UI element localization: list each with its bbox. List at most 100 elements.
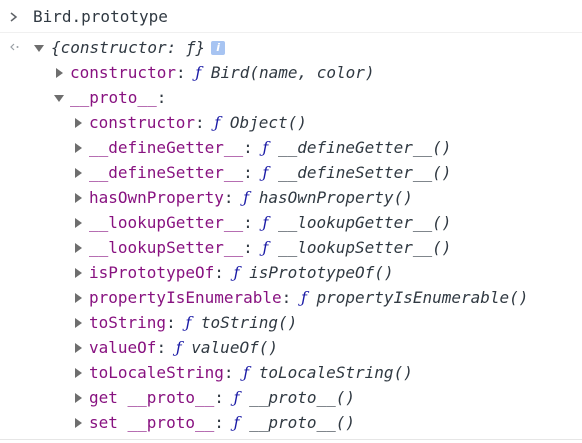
property-key: propertyIsEnumerable (89, 288, 282, 307)
proto-property-row[interactable]: toString: ƒ toString() (0, 311, 582, 335)
colon: : (166, 313, 176, 332)
function-icon: ƒ (214, 113, 221, 132)
triangle-right-icon[interactable] (75, 343, 82, 353)
colon: : (243, 138, 253, 157)
property-key: constructor (70, 63, 176, 82)
function-icon: ƒ (175, 338, 182, 357)
property-value: __defineGetter__() (277, 138, 452, 157)
property-value: __proto__() (249, 413, 356, 432)
colon: : (214, 263, 224, 282)
function-icon: ƒ (262, 163, 269, 182)
property-key: __defineGetter__ (89, 138, 244, 157)
function-icon: ƒ (233, 413, 240, 432)
colon: : (281, 288, 292, 307)
property-key: hasOwnProperty (89, 188, 224, 207)
function-icon: ƒ (195, 63, 202, 82)
property-value: hasOwnProperty() (258, 188, 413, 207)
proto-property-row[interactable]: __lookupSetter__: ƒ __lookupSetter__() (0, 236, 582, 260)
devtools-console: Bird.prototype {constructor: ƒ} i constru… (0, 0, 582, 443)
triangle-right-icon[interactable] (75, 268, 82, 278)
object-summary[interactable]: {constructor: ƒ} i (51, 36, 226, 60)
console-input-line: Bird.prototype (0, 5, 582, 29)
triangle-right-icon[interactable] (75, 368, 82, 378)
triangle-right-icon[interactable] (75, 243, 82, 253)
triangle-right-icon[interactable] (75, 393, 82, 403)
triangle-right-icon[interactable] (75, 293, 82, 303)
triangle-right-icon[interactable] (56, 68, 63, 78)
colon: : (175, 63, 186, 82)
colon: : (243, 163, 253, 182)
divider (0, 32, 582, 33)
property-row-proto[interactable]: __proto__: (0, 86, 582, 110)
result-return-icon (9, 36, 21, 60)
colon: : (243, 213, 253, 232)
property-value: isPrototypeOf() (249, 263, 394, 282)
property-key: __lookupGetter__ (89, 213, 244, 232)
property-key: set __proto__ (89, 413, 215, 432)
triangle-right-icon[interactable] (75, 218, 82, 228)
info-icon[interactable]: i (211, 40, 226, 55)
property-key: __defineSetter__ (89, 163, 244, 182)
triangle-right-icon[interactable] (75, 118, 82, 128)
colon: : (194, 113, 205, 132)
function-icon: ƒ (262, 138, 269, 157)
property-key: constructor (89, 113, 195, 132)
property-value: __defineSetter__() (277, 163, 452, 182)
colon: : (214, 413, 224, 432)
triangle-right-icon[interactable] (75, 418, 82, 428)
function-icon: ƒ (233, 388, 240, 407)
proto-property-row[interactable]: propertyIsEnumerable: ƒ propertyIsEnumer… (0, 286, 582, 310)
triangle-down-icon[interactable] (54, 95, 64, 102)
property-value: toLocaleString() (258, 363, 413, 382)
function-icon: ƒ (243, 188, 250, 207)
colon: : (243, 238, 253, 257)
proto-property-row[interactable]: toLocaleString: ƒ toLocaleString() (0, 361, 582, 385)
proto-property-row[interactable]: set __proto__: ƒ __proto__() (0, 411, 582, 435)
property-value: Bird(name, color) (210, 63, 375, 82)
colon: : (223, 188, 234, 207)
proto-property-row[interactable]: constructor: ƒ Object() (0, 111, 582, 135)
property-value: toString() (200, 313, 298, 332)
proto-property-row[interactable]: valueOf: ƒ valueOf() (0, 336, 582, 360)
function-icon: ƒ (243, 363, 250, 382)
function-icon: ƒ (233, 263, 240, 282)
console-input-text: Bird.prototype (33, 7, 168, 26)
colon: : (156, 338, 167, 357)
property-key: __lookupSetter__ (89, 238, 244, 257)
function-icon: ƒ (262, 238, 269, 257)
proto-property-row[interactable]: hasOwnProperty: ƒ hasOwnProperty() (0, 186, 582, 210)
property-value: propertyIsEnumerable() (316, 288, 529, 307)
colon: : (214, 388, 224, 407)
proto-property-row[interactable]: __defineSetter__: ƒ __defineSetter__() (0, 161, 582, 185)
property-key: toLocaleString (89, 363, 224, 382)
property-row-constructor[interactable]: constructor: ƒ Bird(name, color) (0, 61, 582, 85)
triangle-right-icon[interactable] (75, 143, 82, 153)
proto-property-row[interactable]: __defineGetter__: ƒ __defineGetter__() (0, 136, 582, 160)
function-icon: ƒ (262, 213, 269, 232)
triangle-right-icon[interactable] (75, 168, 82, 178)
console-result-line: {constructor: ƒ} i (0, 36, 582, 60)
property-key: toString (89, 313, 167, 332)
triangle-down-icon[interactable] (34, 45, 44, 52)
property-value: Object() (229, 113, 307, 132)
colon: : (223, 363, 234, 382)
property-value: valueOf() (191, 338, 278, 357)
divider (0, 439, 582, 440)
proto-property-row[interactable]: __lookupGetter__: ƒ __lookupGetter__() (0, 211, 582, 235)
property-value: __lookupGetter__() (277, 213, 452, 232)
proto-property-row[interactable]: isPrototypeOf: ƒ isPrototypeOf() (0, 261, 582, 285)
property-key: valueOf (89, 338, 157, 357)
triangle-right-icon[interactable] (75, 318, 82, 328)
function-icon: ƒ (300, 288, 307, 307)
triangle-right-icon[interactable] (75, 193, 82, 203)
chevron-right-icon (9, 5, 19, 29)
colon: : (156, 88, 167, 107)
property-value: __lookupSetter__() (277, 238, 452, 257)
property-key: get __proto__ (89, 388, 215, 407)
proto-property-row[interactable]: get __proto__: ƒ __proto__() (0, 386, 582, 410)
property-value: __proto__() (249, 388, 356, 407)
property-key: __proto__ (70, 88, 157, 107)
function-icon: ƒ (185, 313, 192, 332)
object-summary-text: {constructor: ƒ} (51, 38, 206, 57)
property-key: isPrototypeOf (89, 263, 215, 282)
